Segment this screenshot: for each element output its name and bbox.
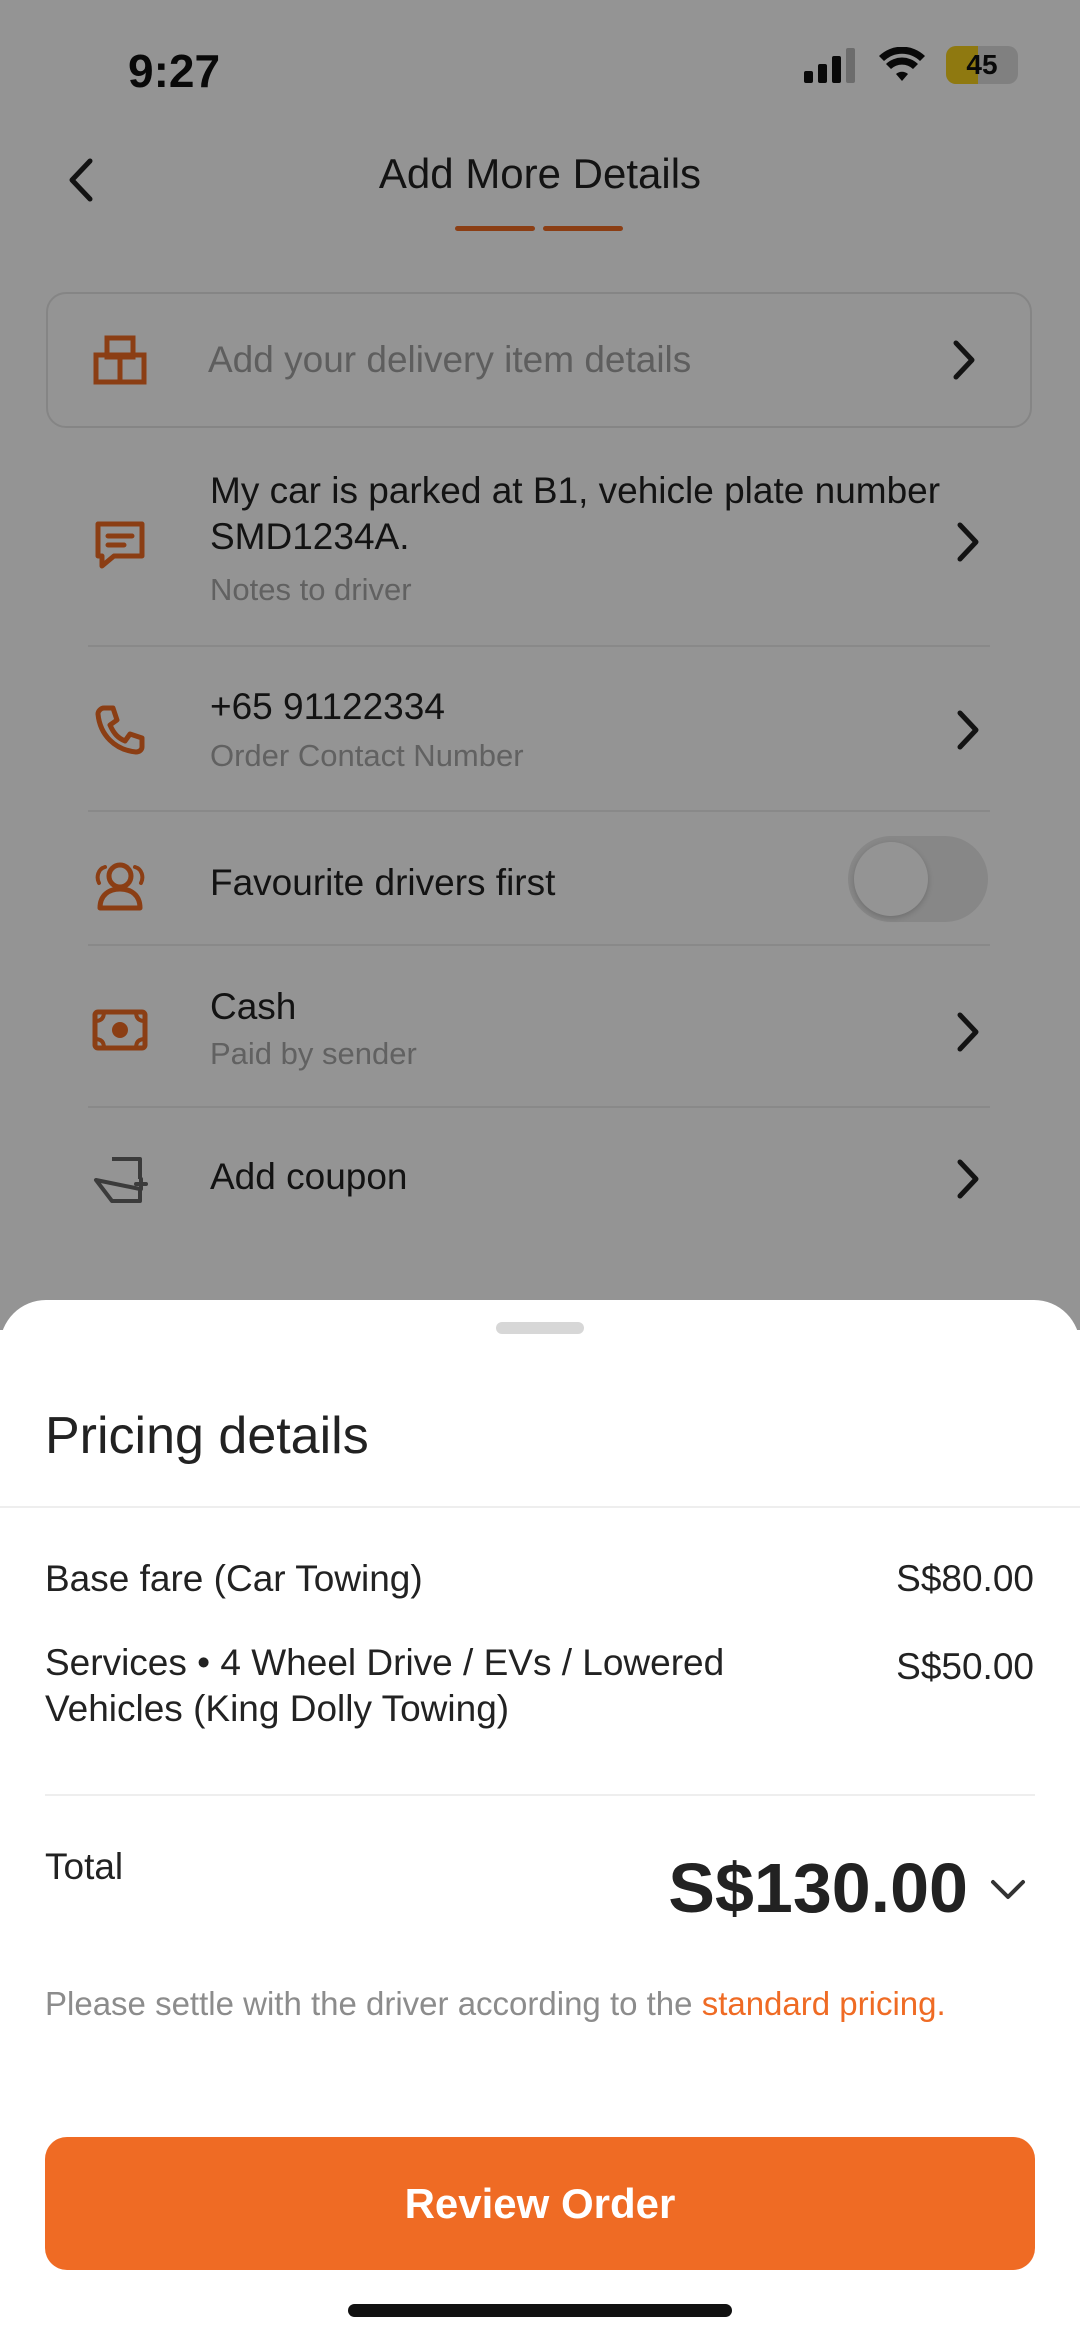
divider [45,1794,1035,1796]
total-label: Total [45,1846,124,1887]
total-amount[interactable]: S$130.00 [668,1848,968,1928]
pricing-note: Please settle with the driver according … [45,1980,1005,2028]
pricing-note-text: Please settle with the driver according … [45,1985,702,2022]
divider [0,1506,1080,1508]
standard-pricing-link[interactable]: standard pricing. [702,1985,946,2022]
sheet-grabber[interactable] [496,1322,584,1334]
services-amount: S$50.00 [896,1646,1034,1687]
chevron-down-icon[interactable] [988,1870,1028,1910]
pricing-sheet: Pricing details Base fare (Car Towing) S… [0,1300,1080,2337]
pricing-title: Pricing details [45,1407,369,1465]
base-fare-amount: S$80.00 [896,1558,1034,1599]
review-order-button[interactable]: Review Order [45,2137,1035,2270]
base-fare-label: Base fare (Car Towing) [45,1558,423,1599]
page-background: 9:27 45 Add More Details Add your delive… [0,0,1080,2337]
services-label: Services • 4 Wheel Drive / EVs / Lowered… [45,1642,725,1729]
home-indicator [348,2304,732,2317]
modal-overlay[interactable] [0,0,1080,1330]
